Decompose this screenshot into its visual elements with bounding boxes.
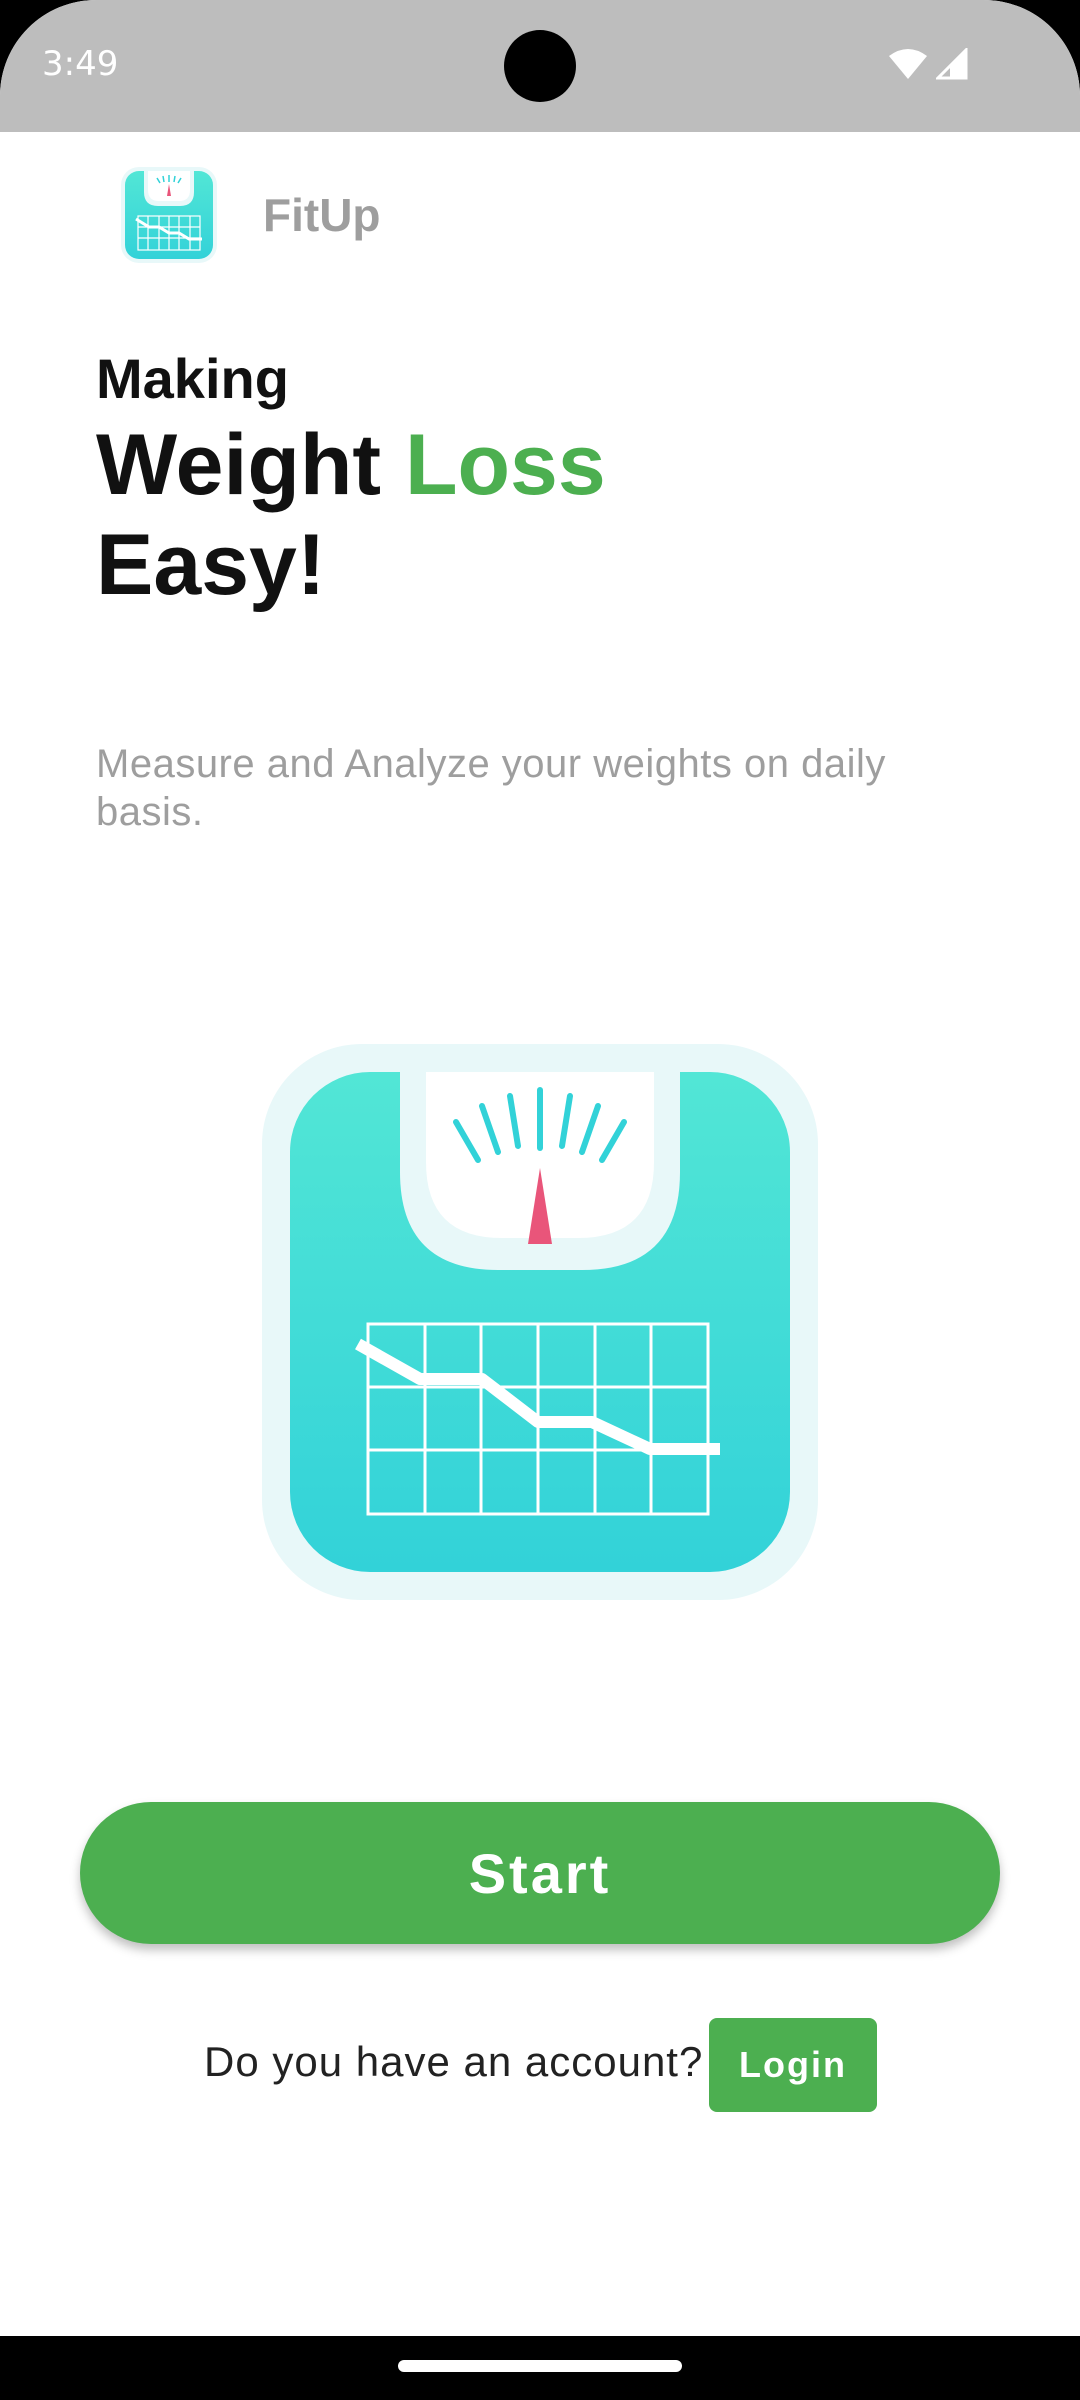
app-name: FitUp [263,189,381,241]
headline-loss-accent: Loss [404,417,606,513]
headline-easy: Easy! [96,517,326,613]
login-button[interactable]: Login [709,2018,877,2112]
status-time: 3:49 [42,44,119,84]
home-indicator[interactable] [398,2360,682,2372]
account-prompt: Do you have an account? [204,2038,704,2085]
status-bar: 3:49 [0,0,1080,132]
headline-weight: Weight [96,417,405,513]
subtitle: Measure and Analyze your weights on dail… [96,742,886,834]
cellular-signal-icon [936,48,968,80]
camera-cutout [504,30,576,102]
start-button[interactable]: Start [80,1802,1000,1944]
app-logo-icon [121,167,217,263]
app-screen: 3:49 FitUp Making Weight Loss Easy! Meas… [0,0,1080,2336]
headline-weight-loss: Weight Loss [96,416,606,515]
wifi-icon [889,49,927,79]
scale-chart-icon [262,1044,818,1600]
headline-making: Making [96,347,289,410]
